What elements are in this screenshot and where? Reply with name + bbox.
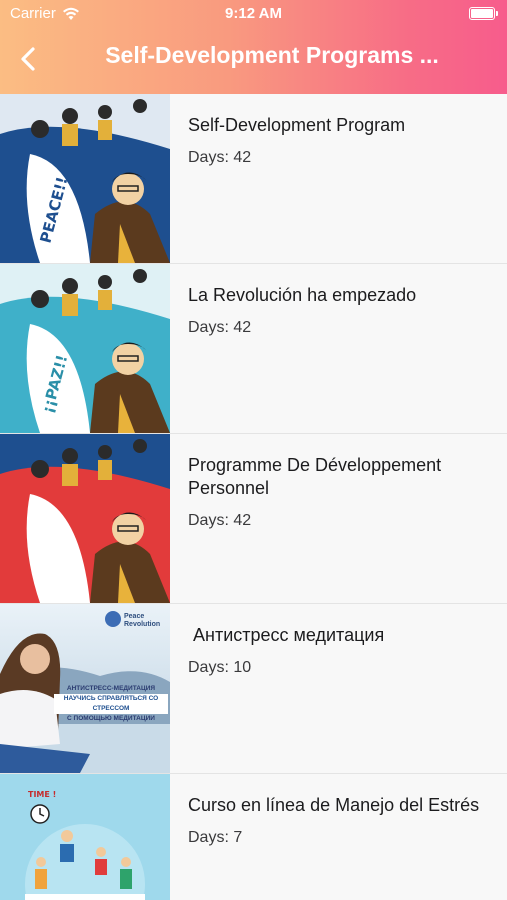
program-thumbnail: ¡¡PAZ!!: [0, 264, 170, 433]
program-thumbnail: Peace Revolution АНТИСТРЕСС-МЕДИТАЦИЯ НА…: [0, 604, 170, 773]
thumbnail-caption: ¡¡PAZ!!: [38, 353, 71, 415]
program-info: Programme De Développement Personnel Day…: [188, 454, 491, 530]
thumbnail-caption-3: С ПОМОЩЬЮ МЕДИТАЦИИ: [67, 715, 155, 722]
program-title: Self-Development Program: [188, 115, 406, 135]
program-days: Days: 10: [188, 659, 252, 676]
program-days: Days: 7: [188, 829, 243, 846]
thumbnail-brand: Peace Revolution: [124, 613, 161, 628]
program-title: Антистресс медитация: [188, 625, 385, 645]
program-thumbnail: TIME !: [0, 774, 170, 900]
program-days: Days: 42: [188, 149, 252, 166]
thumbnail-caption: PAIX!!: [42, 530, 73, 585]
program-title: Programme De Développement Personnel: [188, 455, 442, 498]
thumbnail-caption-2: НАУЧИСЬ СПРАВЛЯТЬСЯ СО СТРЕССОМ: [54, 694, 168, 714]
battery-icon: [469, 7, 498, 20]
program-thumbnail: PEACE!!: [0, 94, 170, 263]
program-row-manejo-estres[interactable]: TIME ! Curso en línea de Manejo del Estr…: [0, 774, 507, 900]
page-title: Self-Development Programs ...: [105, 42, 439, 68]
program-info: La Revolución ha empezado Days: 42: [188, 284, 491, 337]
back-button[interactable]: [12, 42, 46, 76]
thumbnail-caption: TIME !: [28, 790, 56, 799]
program-days: Days: 42: [188, 512, 252, 529]
program-info: Антистресс медитация Days: 10: [188, 624, 491, 677]
thumbnail-caption: АНТИСТРЕСС-МЕДИТАЦИЯ: [66, 685, 156, 692]
program-thumbnail: PAIX!!: [0, 434, 170, 603]
program-info: Self-Development Program Days: 42: [188, 114, 491, 167]
program-row-self-development[interactable]: PEACE!! Self-Development Program Days: 4…: [0, 94, 507, 264]
status-time: 9:12 AM: [225, 5, 282, 22]
chevron-left-icon: [21, 47, 35, 71]
program-row-developpement[interactable]: PAIX!! Programme De Développement Person…: [0, 434, 507, 604]
program-row-revolucion[interactable]: ¡¡PAZ!! La Revolución ha empezado Days: …: [0, 264, 507, 434]
navigation-header: Carrier 9:12 AM Self-Development Program…: [0, 0, 507, 94]
thumbnail-caption: PEACE!!: [36, 175, 71, 245]
program-days: Days: 42: [188, 319, 252, 336]
program-info: Curso en línea de Manejo del Estrés Days…: [188, 794, 491, 847]
program-title: Curso en línea de Manejo del Estrés: [188, 795, 480, 815]
program-list: PEACE!! Self-Development Program Days: 4…: [0, 94, 507, 900]
status-bar: Carrier 9:12 AM: [0, 0, 507, 28]
program-title: La Revolución ha empezado: [188, 285, 417, 305]
program-row-antistress[interactable]: Peace Revolution АНТИСТРЕСС-МЕДИТАЦИЯ НА…: [0, 604, 507, 774]
